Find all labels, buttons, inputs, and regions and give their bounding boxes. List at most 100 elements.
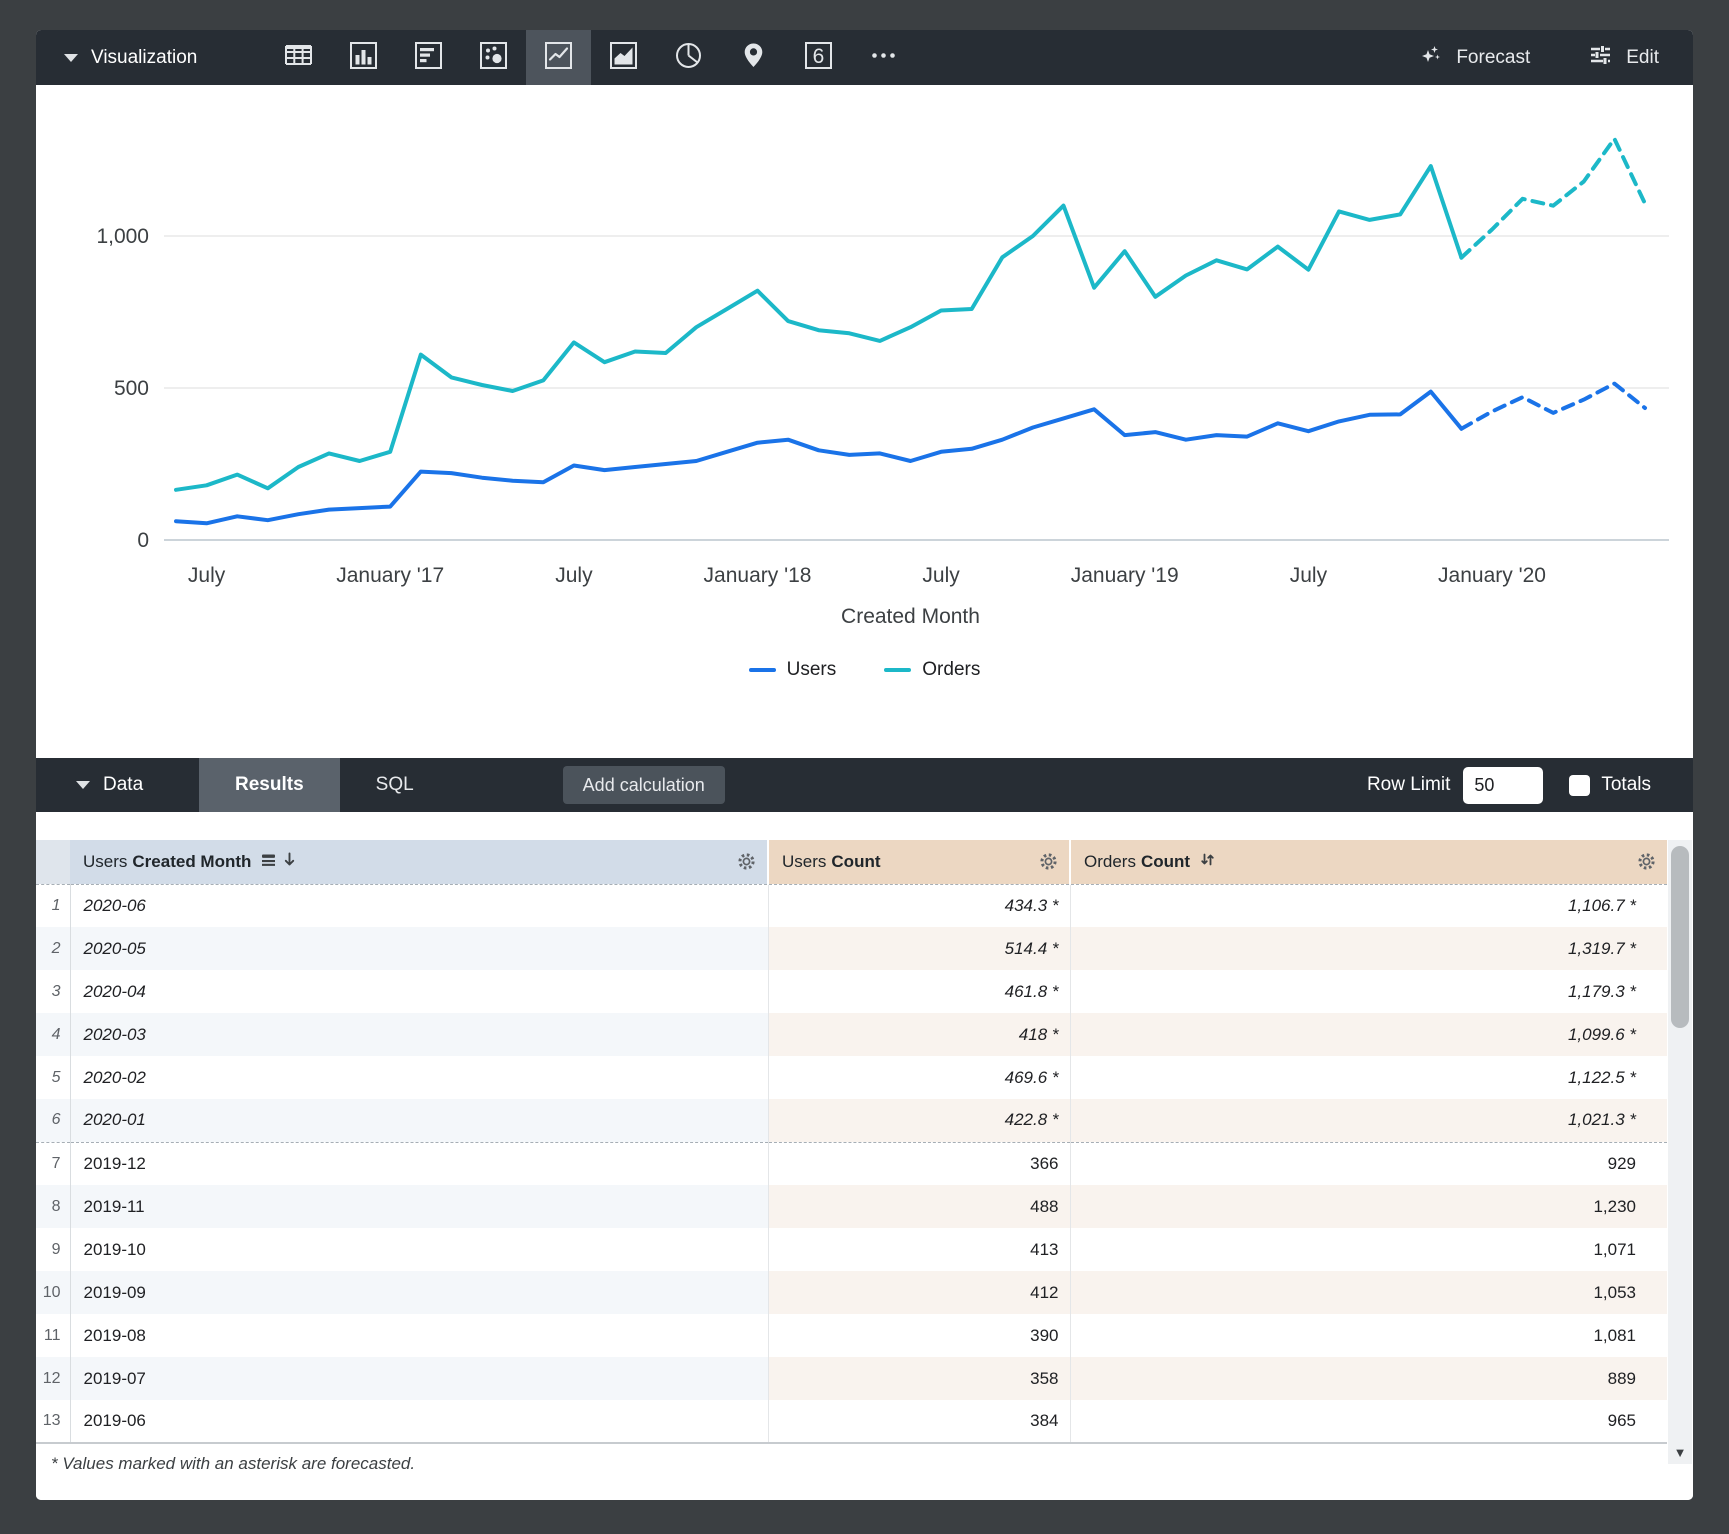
sort-both-arrows-icon — [1199, 851, 1216, 873]
table-row: 72019-12366929 — [36, 1142, 1667, 1185]
viz-type-scatter-button[interactable] — [461, 30, 526, 85]
cell-orders-count[interactable]: 1,230 — [1070, 1185, 1667, 1228]
row-limit-input[interactable] — [1463, 767, 1543, 804]
cell-orders-count[interactable]: 1,106.7 * — [1070, 884, 1667, 927]
viz-type-bar-chart-button[interactable] — [396, 30, 461, 85]
viz-type-line-chart-button[interactable] — [526, 30, 591, 85]
sort-desc-arrow-icon — [281, 851, 298, 873]
viz-type-more-options-button[interactable] — [851, 30, 916, 85]
tab-results[interactable]: Results — [199, 758, 340, 812]
orders-forecast-line[interactable] — [1461, 139, 1645, 258]
cell-orders-count[interactable]: 1,122.5 * — [1070, 1056, 1667, 1099]
cell-orders-count[interactable]: 1,053 — [1070, 1271, 1667, 1314]
table-header-row: Users Created Month Users Count — [36, 840, 1667, 884]
cell-users-count[interactable]: 488 — [768, 1185, 1070, 1228]
edit-button[interactable]: Edit — [1588, 42, 1659, 73]
x-axis-label: July — [922, 564, 960, 587]
cell-created-month[interactable]: 2019-09 — [70, 1271, 768, 1314]
viz-type-column-chart-button[interactable] — [331, 30, 396, 85]
cell-users-count[interactable]: 412 — [768, 1271, 1070, 1314]
gear-icon[interactable] — [736, 851, 757, 872]
cell-created-month[interactable]: 2020-02 — [70, 1056, 768, 1099]
toolbar-actions: Forecast Edit — [1418, 42, 1693, 73]
results-table-section: Users Created Month Users Count — [36, 812, 1693, 1500]
cell-users-count[interactable]: 366 — [768, 1142, 1070, 1185]
visualization-section-toggle[interactable]: Visualization — [36, 47, 266, 69]
cell-users-count[interactable]: 514.4 * — [768, 927, 1070, 970]
results-table: Users Created Month Users Count — [36, 840, 1667, 1444]
forecast-button[interactable]: Forecast — [1418, 42, 1530, 73]
cell-created-month[interactable]: 2020-03 — [70, 1013, 768, 1056]
row-number: 11 — [36, 1314, 70, 1357]
table-row: 62020-01422.8 *1,021.3 * — [36, 1099, 1667, 1142]
cell-orders-count[interactable]: 1,021.3 * — [1070, 1099, 1667, 1142]
tab-sql[interactable]: SQL — [340, 758, 450, 812]
cell-users-count[interactable]: 469.6 * — [768, 1056, 1070, 1099]
cell-created-month[interactable]: 2019-07 — [70, 1357, 768, 1400]
column-header-users-created-month[interactable]: Users Created Month — [70, 840, 768, 884]
x-axis-title: Created Month — [841, 605, 980, 628]
scroll-down-arrow-icon[interactable]: ▼ — [1668, 1445, 1692, 1460]
subtotal-icon — [260, 851, 277, 873]
cell-created-month[interactable]: 2019-08 — [70, 1314, 768, 1357]
viz-type-pie-chart-button[interactable] — [656, 30, 721, 85]
column-field-label: Count — [1141, 852, 1190, 872]
cell-orders-count[interactable]: 889 — [1070, 1357, 1667, 1400]
row-number: 2 — [36, 927, 70, 970]
row-number: 8 — [36, 1185, 70, 1228]
row-number: 10 — [36, 1271, 70, 1314]
cell-created-month[interactable]: 2020-01 — [70, 1099, 768, 1142]
cell-orders-count[interactable]: 1,071 — [1070, 1228, 1667, 1271]
table-icon — [281, 38, 316, 78]
cell-created-month[interactable]: 2020-06 — [70, 884, 768, 927]
more-options-icon — [866, 38, 901, 78]
cell-orders-count[interactable]: 1,099.6 * — [1070, 1013, 1667, 1056]
orders-series-line[interactable] — [176, 166, 1461, 490]
visualization-title: Visualization — [91, 47, 197, 69]
column-header-orders-count[interactable]: Orders Count — [1070, 840, 1667, 884]
gear-icon[interactable] — [1636, 851, 1657, 872]
cell-orders-count[interactable]: 1,081 — [1070, 1314, 1667, 1357]
cell-created-month[interactable]: 2019-10 — [70, 1228, 768, 1271]
x-axis-label: January '17 — [336, 564, 444, 587]
cell-users-count[interactable]: 358 — [768, 1357, 1070, 1400]
chart-area: 05001,000JulyJanuary '17JulyJanuary '18J… — [36, 85, 1693, 758]
cell-users-count[interactable]: 461.8 * — [768, 970, 1070, 1013]
cell-users-count[interactable]: 418 * — [768, 1013, 1070, 1056]
bar-chart-icon — [411, 38, 446, 78]
y-axis-label: 1,000 — [96, 225, 149, 248]
cell-created-month[interactable]: 2020-04 — [70, 970, 768, 1013]
cell-users-count[interactable]: 413 — [768, 1228, 1070, 1271]
cell-users-count[interactable]: 422.8 * — [768, 1099, 1070, 1142]
table-row: 92019-104131,071 — [36, 1228, 1667, 1271]
cell-users-count[interactable]: 434.3 * — [768, 884, 1070, 927]
viz-type-single-value-button[interactable]: 6 — [786, 30, 851, 85]
cell-users-count[interactable]: 390 — [768, 1314, 1070, 1357]
scrollbar-thumb[interactable] — [1671, 846, 1689, 1028]
x-axis-label: January '20 — [1438, 564, 1546, 587]
data-section-toggle[interactable]: Data — [36, 774, 199, 796]
cell-orders-count[interactable]: 965 — [1070, 1400, 1667, 1443]
single-value-icon: 6 — [801, 38, 836, 78]
cell-users-count[interactable]: 384 — [768, 1400, 1070, 1443]
cell-orders-count[interactable]: 1,179.3 * — [1070, 970, 1667, 1013]
totals-checkbox[interactable] — [1569, 775, 1590, 796]
row-number: 12 — [36, 1357, 70, 1400]
cell-orders-count[interactable]: 929 — [1070, 1142, 1667, 1185]
cell-created-month[interactable]: 2019-06 — [70, 1400, 768, 1443]
cell-created-month[interactable]: 2020-05 — [70, 927, 768, 970]
cell-created-month[interactable]: 2019-12 — [70, 1142, 768, 1185]
viz-type-area-chart-button[interactable] — [591, 30, 656, 85]
table-row: 112019-083901,081 — [36, 1314, 1667, 1357]
viz-type-map-button[interactable] — [721, 30, 786, 85]
cell-created-month[interactable]: 2019-11 — [70, 1185, 768, 1228]
viz-type-table-button[interactable] — [266, 30, 331, 85]
cell-orders-count[interactable]: 1,319.7 * — [1070, 927, 1667, 970]
add-calculation-button[interactable]: Add calculation — [563, 766, 725, 804]
pie-chart-icon — [671, 38, 706, 78]
users-forecast-line[interactable] — [1461, 384, 1645, 429]
table-scrollbar[interactable]: ▼ — [1668, 840, 1692, 1464]
column-header-users-count[interactable]: Users Count — [768, 840, 1070, 884]
gear-icon[interactable] — [1038, 851, 1059, 872]
table-row: 132019-06384965 — [36, 1400, 1667, 1443]
